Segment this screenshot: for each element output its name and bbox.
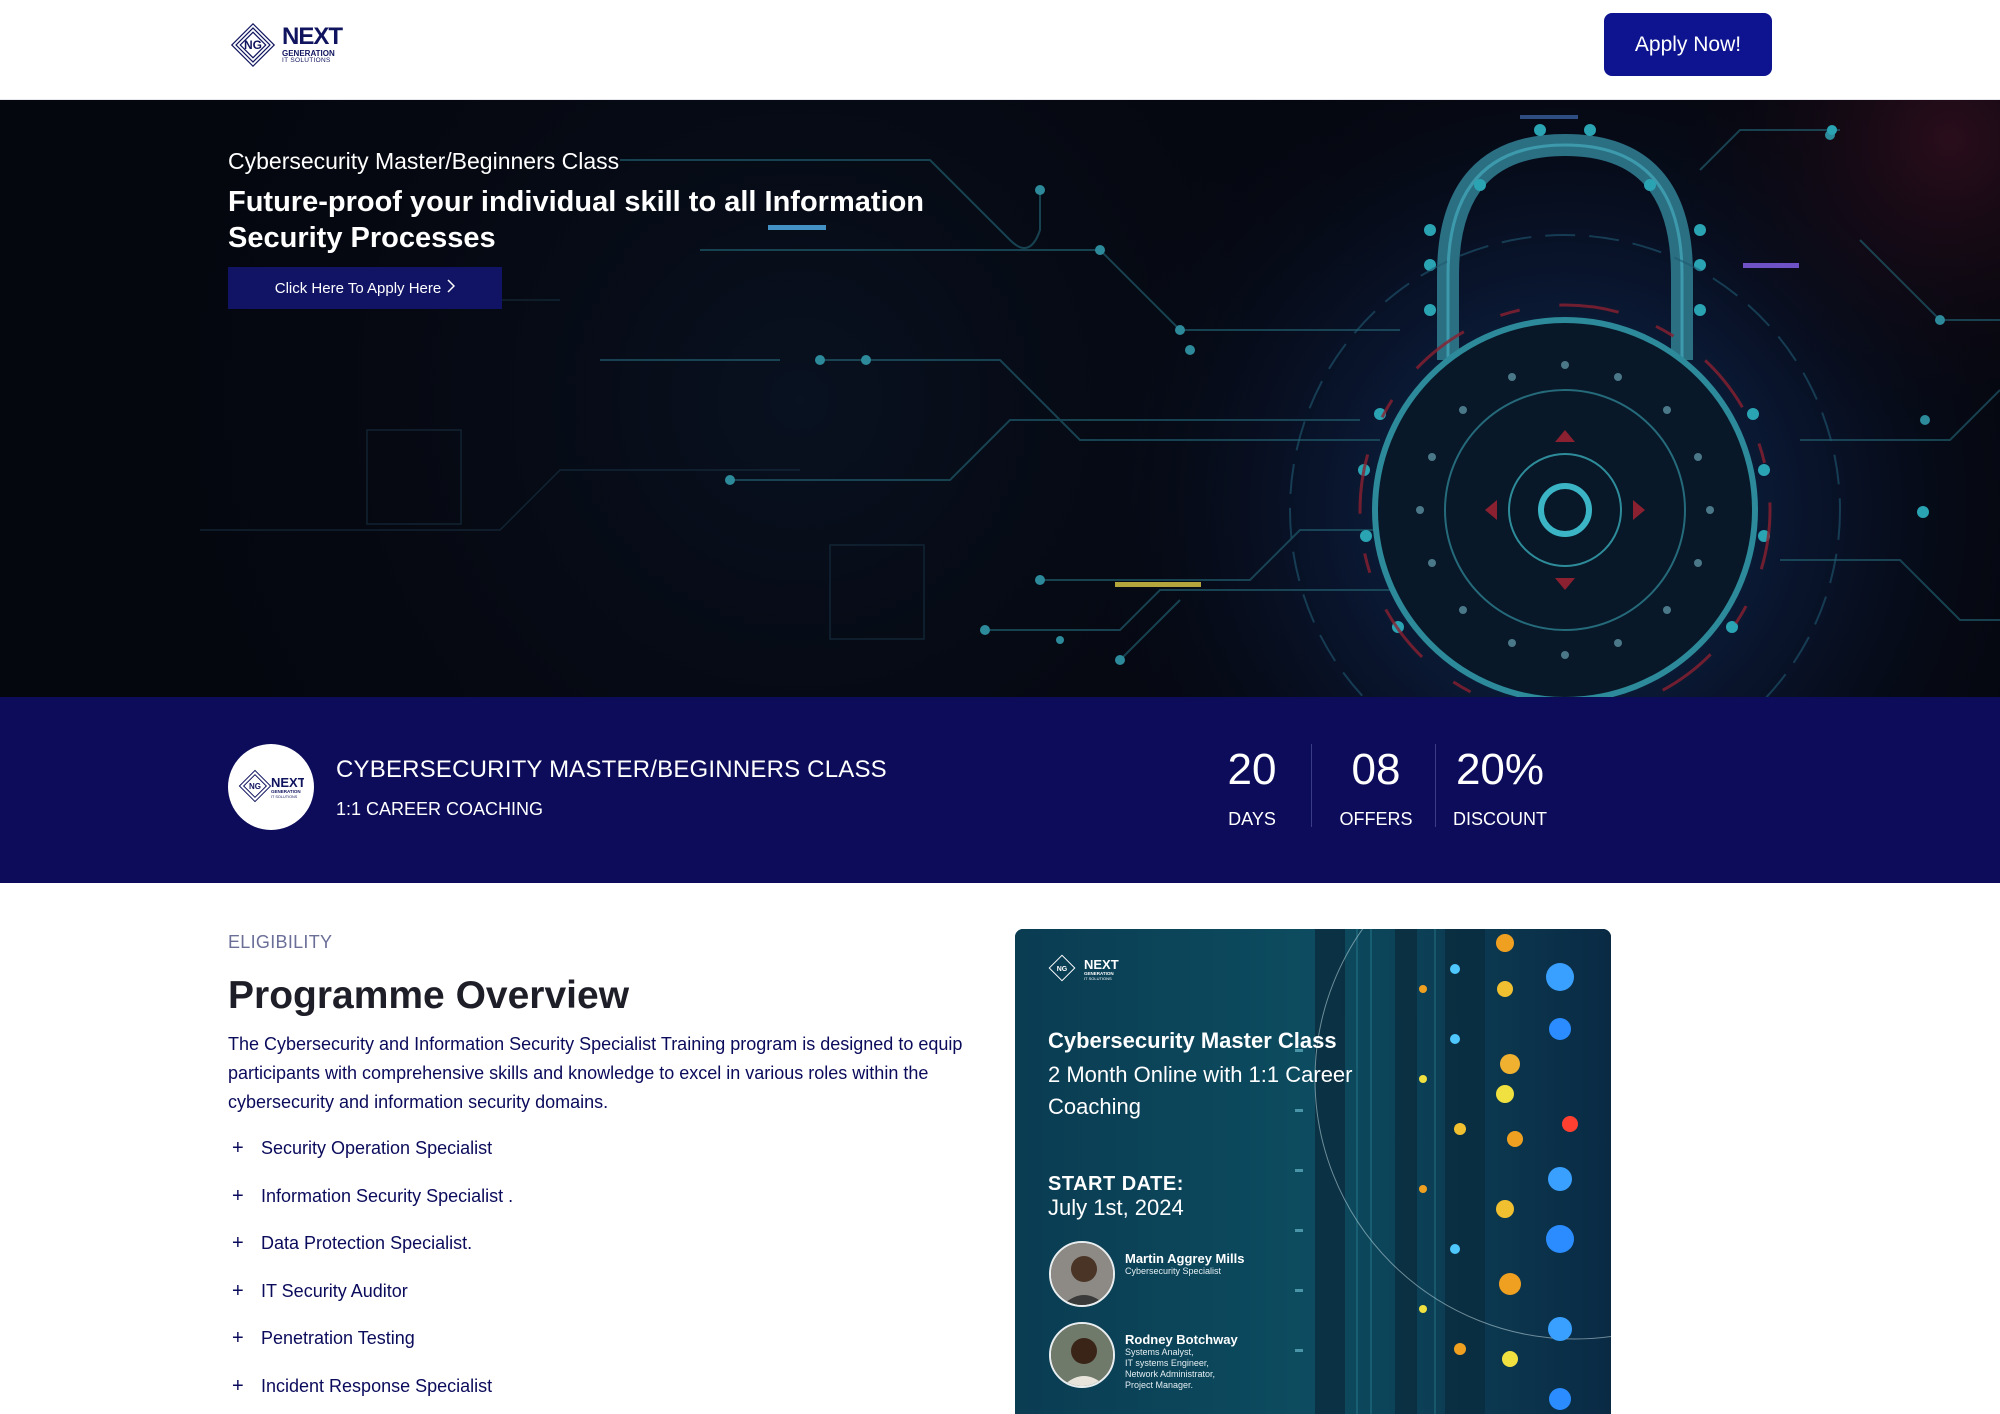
- list-item-label: Information Security Specialist .: [261, 1185, 514, 1206]
- svg-text:NG: NG: [244, 38, 262, 52]
- stat-divider: [1311, 744, 1312, 827]
- hero-section: Cybersecurity Master/Beginners Class Fut…: [0, 100, 2000, 697]
- logo-mark-icon: NG: [228, 20, 278, 70]
- brand-badge: NG NEXT GENERATION IT SOLUTIONS: [228, 744, 314, 830]
- poster-start-label: START DATE:: [1048, 1173, 1184, 1195]
- svg-text:GENERATION: GENERATION: [271, 789, 301, 794]
- course-poster: NG NEXT GENERATION IT SOLUTIONS Cybersec…: [1015, 929, 1611, 1414]
- apply-here-button[interactable]: Click Here To Apply Here: [228, 267, 502, 309]
- instructor-card: Rodney Botchway Systems Analyst, IT syst…: [1049, 1322, 1238, 1391]
- list-item-label: IT Security Auditor: [261, 1280, 408, 1301]
- section-eyebrow: ELIGIBILITY: [228, 932, 333, 952]
- stat-value: 20%: [1455, 745, 1545, 794]
- stat-divider: [1435, 744, 1436, 827]
- avatar: [1049, 1322, 1115, 1388]
- list-item[interactable]: + IT Security Auditor: [228, 1281, 513, 1329]
- list-item-label: Security Operation Specialist: [261, 1138, 493, 1158]
- stat-days: 20 DAYS: [1192, 745, 1312, 830]
- plus-icon: +: [232, 1232, 244, 1255]
- chevron-right-icon: [447, 279, 456, 297]
- section-title: Programme Overview: [228, 974, 630, 1017]
- instructor-role: Cybersecurity Specialist: [1125, 1266, 1222, 1276]
- list-item[interactable]: + Information Security Specialist .: [228, 1186, 513, 1234]
- list-item[interactable]: + Penetration Testing: [228, 1328, 513, 1376]
- plus-icon: +: [232, 1279, 244, 1302]
- plus-icon: +: [232, 1374, 244, 1397]
- apply-now-button[interactable]: Apply Now!: [1604, 13, 1772, 76]
- apply-here-label: Click Here To Apply Here: [274, 279, 442, 297]
- svg-text:IT SOLUTIONS: IT SOLUTIONS: [271, 795, 298, 799]
- site-header: NG NEXT GENERATION IT SOLUTIONS Apply No…: [0, 0, 2000, 100]
- list-item-label: Data Protection Specialist.: [261, 1233, 473, 1254]
- course-banner: NG NEXT GENERATION IT SOLUTIONS CYBERSEC…: [0, 697, 2000, 883]
- hero-eyebrow: Cybersecurity Master/Beginners Class: [228, 148, 620, 174]
- section-description: The Cybersecurity and Information Securi…: [228, 1034, 963, 1112]
- poster-title: Cybersecurity Master Class: [1048, 1028, 1337, 1053]
- stat-value: 08: [1351, 745, 1401, 794]
- instructor-card: Martin Aggrey Mills Cybersecurity Specia…: [1049, 1241, 1244, 1307]
- logo-name: NEXT: [282, 23, 343, 51]
- poster-subtitle: 2 Month Online with 1:1 Career Coaching: [1048, 1062, 1353, 1119]
- list-item[interactable]: + Incident Response Specialist: [228, 1376, 513, 1414]
- roles-list: + Security Operation Specialist + Informat…: [228, 1138, 513, 1414]
- plus-icon: +: [232, 1137, 244, 1159]
- course-subtitle: 1:1 CAREER COACHING: [336, 799, 544, 819]
- instructor-name: Martin Aggrey Mills: [1125, 1251, 1245, 1266]
- svg-text:NEXT: NEXT: [1084, 957, 1119, 972]
- hero-title: Future-proof your individual skill to al…: [228, 186, 925, 254]
- poster-start-date: July 1st, 2024: [1048, 1195, 1184, 1220]
- stat-value: 20: [1227, 745, 1277, 794]
- list-item[interactable]: + Data Protection Specialist.: [228, 1233, 513, 1281]
- svg-text:NG: NG: [249, 782, 261, 791]
- logo-line3: IT SOLUTIONS: [282, 57, 331, 65]
- svg-text:IT SOLUTIONS: IT SOLUTIONS: [1084, 976, 1112, 981]
- course-title: CYBERSECURITY MASTER/BEGINNERS CLASS: [336, 756, 887, 783]
- list-item[interactable]: + Security Operation Specialist: [228, 1138, 513, 1186]
- stat-label: OFFERS: [1339, 809, 1413, 829]
- list-item-label: Incident Response Specialist: [261, 1375, 493, 1396]
- instructor-role: Systems Analyst, IT systems Engineer, Ne…: [1125, 1347, 1216, 1390]
- stat-label: DAYS: [1228, 809, 1276, 829]
- stat-discount: 20% DISCOUNT: [1440, 745, 1560, 830]
- logo-mark-icon: NG NEXT GENERATION IT SOLUTIONS: [238, 769, 304, 803]
- plus-icon: +: [232, 1327, 244, 1350]
- instructor-name: Rodney Botchway: [1125, 1332, 1238, 1347]
- svg-text:NEXT: NEXT: [271, 775, 304, 790]
- plus-icon: +: [232, 1184, 244, 1207]
- avatar: [1049, 1241, 1115, 1307]
- stat-label: DISCOUNT: [1453, 809, 1547, 829]
- stat-offers: 08 OFFERS: [1316, 745, 1436, 830]
- svg-text:NG: NG: [1057, 966, 1068, 973]
- brand-logo[interactable]: NG NEXT GENERATION IT SOLUTIONS: [228, 14, 348, 76]
- list-item-label: Penetration Testing: [261, 1328, 415, 1349]
